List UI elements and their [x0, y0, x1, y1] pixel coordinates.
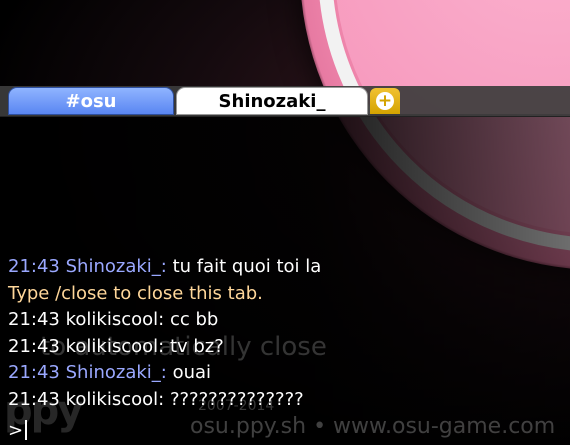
chat-message: 21:43 Shinozaki_: tu fait quoi toi la: [8, 254, 563, 281]
add-tab-button[interactable]: +: [370, 88, 400, 114]
system-text: Type /close to close this tab.: [8, 282, 263, 304]
chat-message: 21:43 kolikiscool: tv bz?: [8, 334, 563, 361]
tab-label: Shinozaki_: [218, 90, 326, 112]
message-time: 21:43: [8, 388, 60, 410]
message-user[interactable]: Shinozaki_:: [66, 362, 167, 383]
message-user[interactable]: kolikiscool:: [66, 389, 165, 410]
chat-input[interactable]: >: [8, 418, 563, 442]
message-text: cc bb: [169, 309, 219, 331]
chat-message: 21:43 Shinozaki_: ouai: [8, 360, 563, 387]
chat-message: 21:43 kolikiscool: ??????????????: [8, 387, 563, 414]
message-time: 21:43: [8, 256, 60, 277]
message-user[interactable]: Shinozaki_:: [66, 256, 167, 277]
chat-log: 21:43 Shinozaki_: tu fait quoi toi la Ty…: [8, 254, 563, 414]
message-time: 21:43: [8, 335, 60, 357]
message-text: tu fait quoi toi la: [172, 256, 322, 277]
message-time: 21:43: [8, 362, 60, 384]
plus-icon: +: [376, 91, 394, 111]
chat-message: 21:43 kolikiscool: cc bb: [8, 307, 563, 334]
input-prompt: >: [8, 419, 24, 441]
tab-shinozaki[interactable]: Shinozaki_: [176, 87, 368, 115]
system-message: Type /close to close this tab.: [8, 281, 563, 308]
text-cursor: [25, 420, 28, 440]
message-text: tv bz?: [169, 335, 224, 357]
message-user[interactable]: kolikiscool:: [66, 309, 165, 330]
message-user[interactable]: kolikiscool:: [66, 336, 165, 357]
tab-osu[interactable]: #osu: [8, 87, 174, 115]
message-time: 21:43: [8, 309, 60, 331]
message-text: ouai: [172, 362, 212, 384]
tab-label: #osu: [65, 90, 117, 112]
chat-tab-bar: #osu Shinozaki_ +: [0, 86, 570, 117]
message-text: ??????????????: [169, 388, 304, 410]
